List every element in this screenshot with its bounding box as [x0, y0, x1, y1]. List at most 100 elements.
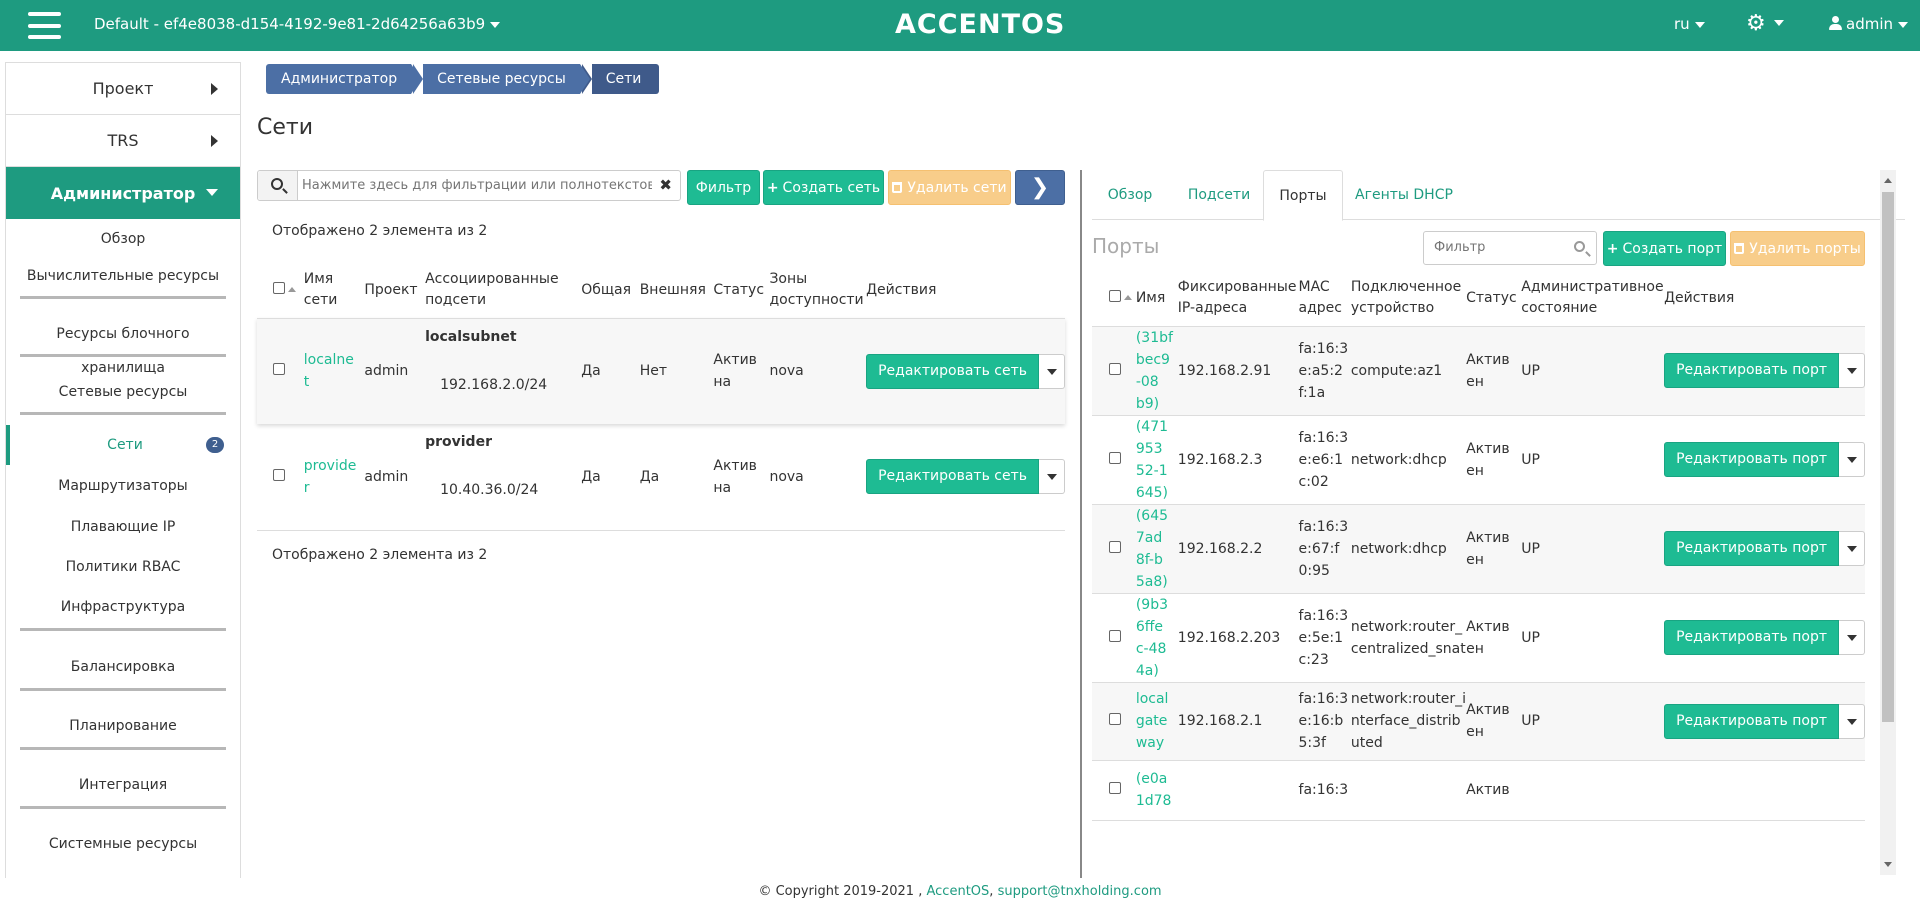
col-name[interactable]: Имя сети	[304, 262, 365, 318]
edit-port-button[interactable]: Редактировать порт	[1664, 531, 1839, 566]
sidebar-item-project[interactable]: Проект	[6, 63, 240, 115]
user-menu[interactable]: admin	[1829, 15, 1908, 33]
col-mac[interactable]: MAC адрес	[1299, 270, 1351, 326]
edit-network-button[interactable]: Редактировать сеть	[866, 353, 1039, 389]
network-name-link[interactable]: localne t	[304, 318, 365, 424]
actions-dropdown-icon[interactable]	[1039, 353, 1065, 389]
search-icon[interactable]	[1574, 241, 1585, 252]
edit-port-button[interactable]: Редактировать порт	[1664, 703, 1839, 739]
ports-scrollbar[interactable]	[1880, 170, 1896, 875]
table-row: (645 7ad 8f-b 5a8) 192.168.2.2 fa:16:3 e:67:f 0…	[1092, 504, 1865, 593]
theme-selector[interactable]: ⚙	[1746, 12, 1784, 36]
footer: © Copyright 2019-2021 , AccentOS, suppor…	[0, 878, 1920, 905]
collapse-panel-button[interactable]: ❯	[1015, 170, 1065, 205]
sort-icon[interactable]	[288, 286, 296, 292]
edit-port-button[interactable]: Редактировать порт	[1664, 353, 1839, 388]
sidebar-item-trs[interactable]: TRS	[6, 115, 240, 167]
actions-dropdown-icon[interactable]	[1839, 703, 1865, 739]
network-shared: Да	[581, 468, 601, 485]
scroll-down-icon[interactable]	[1884, 862, 1892, 867]
port-name-link[interactable]: (e0a 1d78	[1136, 760, 1178, 820]
row-checkbox[interactable]	[1109, 629, 1121, 642]
search-button[interactable]	[258, 171, 298, 200]
delete-networks-button[interactable]: Удалить сети	[888, 170, 1011, 205]
sidebar-item-balancing[interactable]: Балансировка	[20, 649, 226, 691]
breadcrumb-networks[interactable]: Сети	[581, 64, 660, 94]
sidebar-item-planning[interactable]: Планирование	[20, 708, 226, 750]
menu-toggle-icon[interactable]	[28, 12, 61, 39]
footer-brand-link[interactable]: AccentOS	[927, 884, 990, 899]
edit-network-button[interactable]: Редактировать сеть	[866, 459, 1039, 495]
tab-overview[interactable]: Обзор	[1092, 170, 1168, 220]
port-fixed-ip: 192.168.2.91	[1177, 362, 1272, 379]
col-fixed-ip[interactable]: Фиксированные IP-адреса	[1178, 270, 1299, 326]
row-checkbox[interactable]	[273, 468, 285, 481]
edit-port-button[interactable]: Редактировать порт	[1664, 620, 1839, 655]
ports-filter-input[interactable]	[1434, 240, 1564, 255]
select-all-checkbox[interactable]	[1109, 289, 1121, 302]
row-checkbox[interactable]	[273, 363, 285, 376]
edit-port-button[interactable]: Редактировать порт	[1664, 442, 1839, 477]
chevron-down-icon	[1773, 20, 1784, 26]
tab-ports[interactable]: Порты	[1263, 170, 1343, 221]
actions-dropdown-icon[interactable]	[1839, 620, 1865, 655]
scroll-thumb[interactable]	[1882, 192, 1894, 722]
breadcrumb-network-resources[interactable]: Сетевые ресурсы	[413, 64, 590, 94]
delete-ports-button[interactable]: Удалить порты	[1730, 231, 1865, 266]
col-name[interactable]: Имя	[1136, 270, 1178, 326]
sidebar-item-compute[interactable]: Вычислительные ресурсы	[20, 259, 226, 299]
create-network-button[interactable]: + Создать сеть	[763, 170, 884, 205]
sidebar-item-infrastructure[interactable]: Инфраструктура	[20, 589, 226, 631]
port-name-link[interactable]: (31bf bec9 -08 b9)	[1136, 326, 1178, 415]
network-search-input[interactable]	[302, 175, 652, 196]
breadcrumb-admin[interactable]: Администратор	[266, 64, 422, 94]
filter-button[interactable]: Фильтр	[687, 170, 760, 205]
footer-email-link[interactable]: support@tnxholding.com	[998, 884, 1162, 899]
tab-subnets[interactable]: Подсети	[1176, 170, 1262, 220]
sidebar-item-overview[interactable]: Обзор	[6, 219, 240, 259]
col-subnets[interactable]: Ассоциированные подсети	[425, 262, 581, 318]
sidebar-item-system-resources[interactable]: Системные ресурсы	[6, 826, 240, 868]
col-external[interactable]: Внешняя	[640, 262, 714, 318]
sidebar-item-integration[interactable]: Интеграция	[20, 767, 226, 809]
scroll-up-icon[interactable]	[1884, 178, 1892, 183]
col-shared[interactable]: Общая	[581, 262, 640, 318]
actions-dropdown-icon[interactable]	[1839, 531, 1865, 566]
network-name-link[interactable]: provide r	[304, 424, 365, 530]
port-name-link[interactable]: (471 953 52-1 645)	[1136, 415, 1178, 504]
col-status[interactable]: Статус	[1466, 270, 1521, 326]
row-checkbox[interactable]	[1109, 782, 1121, 794]
row-checkbox[interactable]	[1109, 362, 1121, 375]
sidebar-item-network-resources[interactable]: Сетевые ресурсы	[20, 375, 226, 415]
col-zones[interactable]: Зоны доступности	[769, 262, 866, 318]
actions-dropdown-icon[interactable]	[1839, 442, 1865, 477]
col-admin-state[interactable]: Административное состояние	[1521, 270, 1664, 326]
col-project[interactable]: Проект	[364, 262, 425, 318]
tab-dhcp-agents[interactable]: Агенты DHCP	[1347, 170, 1461, 220]
create-port-button[interactable]: + Создать порт	[1603, 231, 1726, 266]
sidebar-item-routers[interactable]: Маршрутизаторы	[6, 465, 240, 507]
language-selector[interactable]: ru	[1674, 15, 1705, 33]
sidebar-item-admin[interactable]: Администратор	[6, 167, 240, 219]
sidebar-item-rbac-policies[interactable]: Политики RBAC	[6, 547, 240, 589]
row-checkbox[interactable]	[1109, 713, 1121, 725]
port-mac: fa:16:3 e:e6:1 c:02	[1298, 429, 1349, 490]
sidebar-item-block-storage[interactable]: Ресурсы блочного хранилища	[20, 317, 226, 376]
sidebar-item-networks[interactable]: Сети 2	[6, 425, 240, 465]
actions-dropdown-icon[interactable]	[1839, 353, 1865, 388]
row-checkbox[interactable]	[1109, 451, 1121, 464]
col-status[interactable]: Статус	[713, 262, 769, 318]
col-device[interactable]: Подключенное устройство	[1351, 270, 1466, 326]
table-row: local gate way 192.168.2.1 fa:16:3 e:16:b 5:3f…	[1092, 682, 1865, 760]
sort-icon[interactable]	[1124, 294, 1132, 300]
port-name-link[interactable]: local gate way	[1136, 682, 1178, 760]
project-selector[interactable]: Default - ef4e8038-d154-4192-9e81-2d6425…	[94, 15, 501, 33]
port-name-link[interactable]: (645 7ad 8f-b 5a8)	[1136, 504, 1178, 593]
actions-dropdown-icon[interactable]	[1039, 459, 1065, 495]
port-name-link[interactable]: (9b3 6ffe c-48 4a)	[1136, 593, 1178, 682]
sidebar-item-floating-ips[interactable]: Плавающие IP	[6, 507, 240, 547]
clear-icon[interactable]: ✖	[659, 176, 672, 194]
panel-divider[interactable]	[1080, 170, 1082, 890]
select-all-checkbox[interactable]	[273, 281, 285, 294]
row-checkbox[interactable]	[1109, 540, 1121, 553]
